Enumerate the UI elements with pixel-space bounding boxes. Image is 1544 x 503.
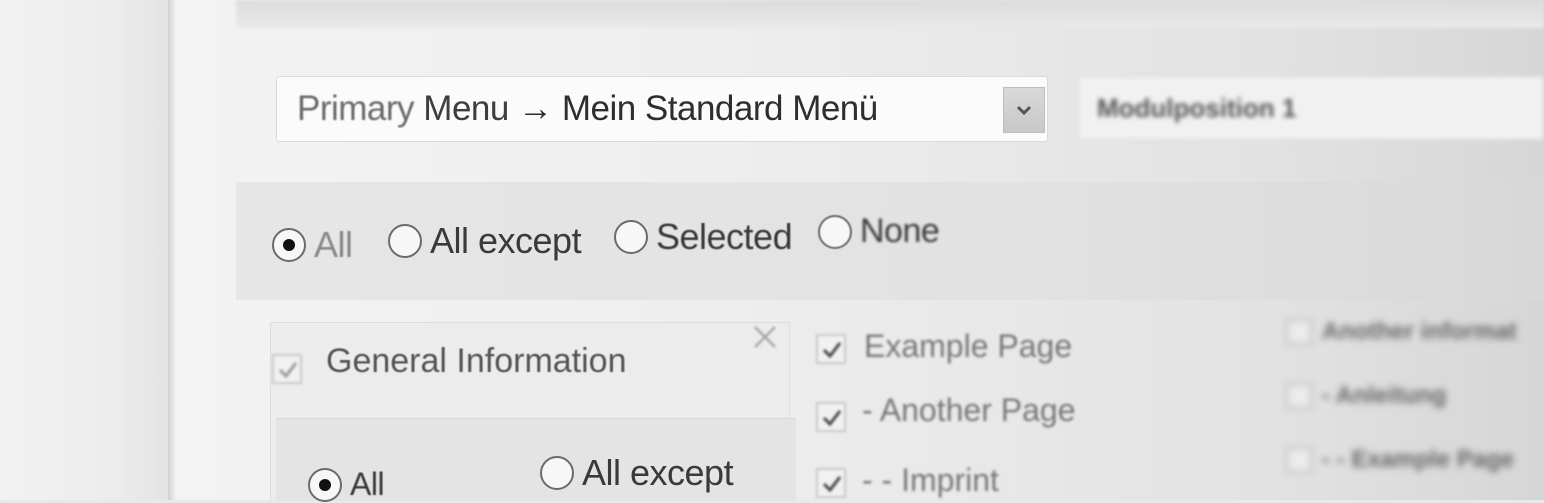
menu-target-text: Mein Standard Menü <box>561 89 878 128</box>
checkmark-icon <box>278 362 298 379</box>
secondary-page-item[interactable]: Another informat <box>1286 318 1517 346</box>
panel-divider <box>168 0 176 500</box>
secondary-page-label: - Anleitung <box>1322 382 1447 409</box>
sub-radio-all-except-label: All except <box>582 452 734 493</box>
menu-prefix-text: Primary <box>297 89 415 128</box>
radio-none[interactable]: None <box>818 212 940 251</box>
radio-all[interactable]: All <box>272 224 353 266</box>
secondary-page-item[interactable]: - - Example Page <box>1286 446 1514 474</box>
menu-word-text: Menu <box>423 89 509 128</box>
checkmark-icon <box>822 342 842 359</box>
radio-selected[interactable]: Selected <box>614 216 793 258</box>
checkmark-icon <box>822 476 842 493</box>
menu-arrow-text: → <box>518 89 553 128</box>
secondary-pages-list: Another informat - Anleitung - - Example… <box>1286 300 1544 500</box>
module-position-select[interactable]: Modulposition 1 <box>1078 76 1544 140</box>
left-gutter <box>0 0 168 500</box>
radio-all-except-control[interactable] <box>388 224 422 258</box>
secondary-checkbox[interactable] <box>1286 319 1312 345</box>
radio-selected-control[interactable] <box>614 220 648 254</box>
sub-radio-all-control[interactable] <box>308 467 342 502</box>
menu-assignment-select[interactable]: Primary Menu → Mein Standard Menü <box>276 76 1048 142</box>
page-label-another: - Another Page <box>862 392 1076 428</box>
sub-radio-all[interactable]: All <box>308 466 385 503</box>
sub-radio-all-except-control[interactable] <box>540 456 574 490</box>
secondary-page-label: Another informat <box>1322 318 1517 345</box>
menu-assignment-value: Primary Menu → Mein Standard Menü <box>297 89 878 129</box>
radio-all-label: All <box>314 224 353 265</box>
radio-all-except[interactable]: All except <box>388 220 582 262</box>
page-checkbox-imprint[interactable] <box>816 468 846 498</box>
sub-radio-all-label: All <box>350 466 385 502</box>
page-label-imprint: - - Imprint <box>862 462 999 498</box>
page-label-example: Example Page <box>864 328 1073 364</box>
secondary-page-label: - - Example Page <box>1322 446 1515 473</box>
general-information-checkbox[interactable] <box>272 354 302 384</box>
radio-selected-label: Selected <box>656 216 793 257</box>
secondary-checkbox[interactable] <box>1286 447 1312 473</box>
radio-all-control[interactable] <box>272 228 306 262</box>
page-checkbox-another[interactable] <box>816 402 846 432</box>
radio-none-label: None <box>860 212 940 250</box>
chevron-down-icon <box>1017 105 1031 115</box>
radio-all-except-label: All except <box>430 220 582 261</box>
general-information-label: General Information <box>326 342 627 380</box>
dropdown-toggle-button[interactable] <box>1003 87 1045 133</box>
secondary-page-item[interactable]: - Anleitung <box>1286 382 1446 410</box>
radio-none-control[interactable] <box>818 214 852 249</box>
secondary-checkbox[interactable] <box>1286 383 1312 409</box>
module-position-value: Modulposition 1 <box>1097 93 1297 123</box>
close-icon[interactable] <box>750 322 780 352</box>
page-checkbox-example[interactable] <box>816 334 846 364</box>
checkmark-icon <box>822 410 842 427</box>
sub-radio-all-except[interactable]: All except <box>540 452 734 494</box>
top-toolbar-strip <box>236 0 1544 28</box>
